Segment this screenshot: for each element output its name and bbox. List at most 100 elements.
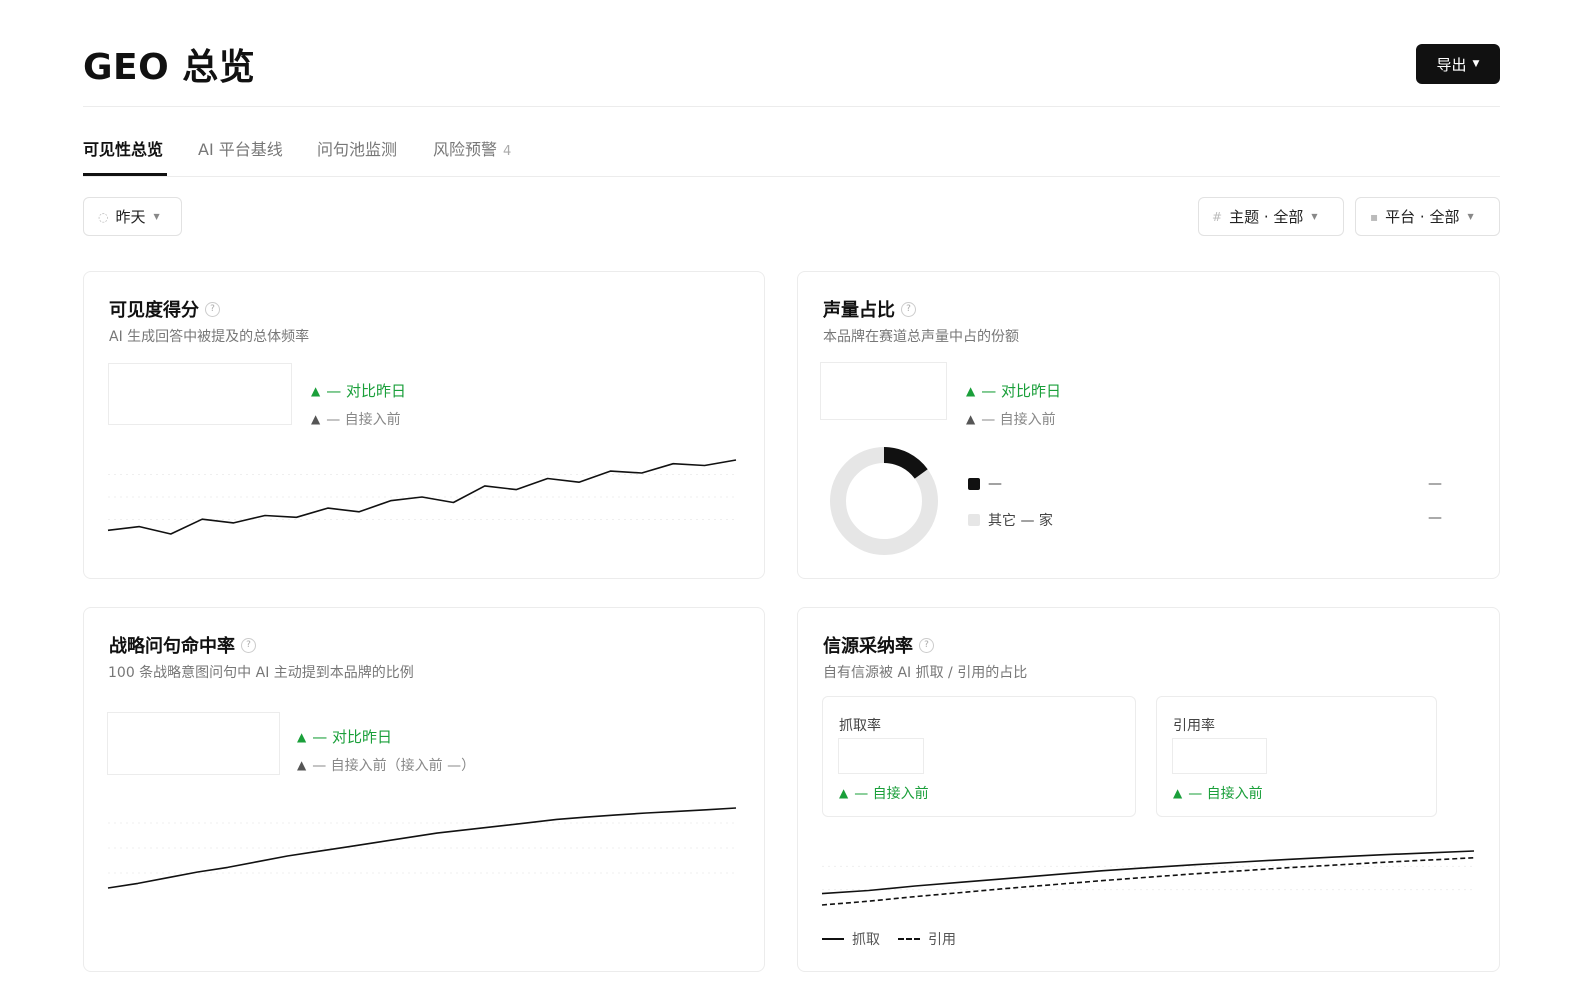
date-filter-label: 昨天 (115, 208, 146, 226)
up-triangle-icon: ▲ (966, 383, 976, 398)
legend-swatch (968, 478, 980, 490)
legend-brand: — (968, 476, 1002, 492)
card-subtitle: 本品牌在赛道总声量中占的份额 (823, 329, 1019, 345)
help-icon[interactable]: ? (901, 301, 916, 317)
delta-since-onboarding-label: — 自接入前（接入前 —） (312, 758, 476, 774)
card-subtitle: 100 条战略意图问句中 AI 主动提到本品牌的比例 (108, 665, 414, 681)
voice-title: 声量占比 (823, 300, 895, 321)
delta-since-onboarding-label: — 自接入前 (326, 412, 401, 428)
metric-value-placeholder (1172, 738, 1267, 774)
delta-vs-yesterday: ▲ — 对比昨日 (966, 380, 1061, 401)
series-line-dashed (821, 857, 1475, 906)
date-filter[interactable]: ◌ 昨天 ▼ (83, 197, 182, 236)
chevron-down-icon: ▼ (153, 212, 160, 221)
topic-filter-label: 主题 · 全部 (1229, 208, 1304, 226)
fetch-rate-delta: ▲ — 自接入前 (839, 783, 929, 803)
tab-ai-platform-baseline[interactable]: AI 平台基线 (198, 136, 283, 160)
donut-slice-brand (883, 447, 928, 480)
tab-label: AI 平台基线 (198, 140, 283, 159)
delta-vs-yesterday-label: — 对比昨日 (981, 382, 1062, 400)
solid-line-swatch (822, 938, 844, 940)
share-of-voice-card: 声量占比 ? 本品牌在赛道总声量中占的份额 ▲ — 对比昨日 ▲ — 自接入前 … (797, 271, 1500, 579)
fetch-rate-label: 抓取率 (839, 718, 881, 734)
card-subtitle: AI 生成回答中被提及的总体频率 (109, 329, 310, 345)
cite-rate-label: 引用率 (1173, 718, 1215, 734)
delta-vs-yesterday-label: — 对比昨日 (326, 382, 407, 400)
legend-fetch-label: 抓取 (852, 932, 880, 948)
delta-vs-yesterday: ▲ — 对比昨日 (311, 380, 406, 401)
source-trend-chart (821, 850, 1475, 906)
visibility-title: 可见度得分 (109, 300, 199, 321)
tab-bar: 可见性总览 AI 平台基线 问句池监测 风险预警 4 (83, 130, 1500, 177)
metric-value-placeholder (838, 738, 924, 774)
legend-cite: 引用 (898, 929, 956, 949)
delta-since-onboarding: ▲ — 自接入前 (966, 409, 1056, 429)
tab-label: 风险预警 (433, 140, 498, 159)
card-subtitle: 自有信源被 AI 抓取 / 引用的占比 (823, 665, 1028, 681)
delta-vs-yesterday-label: — 对比昨日 (312, 728, 393, 746)
tab-risk-alerts[interactable]: 风险预警 4 (433, 136, 511, 160)
legend-others-value: — (1428, 510, 1442, 526)
visibility-score-card: 可见度得分 ? AI 生成回答中被提及的总体频率 ▲ — 对比昨日 ▲ — 自接… (83, 271, 765, 579)
up-triangle-icon: ▲ (966, 412, 976, 426)
chevron-down-icon: ▼ (1467, 212, 1474, 221)
card-title: 可见度得分 ? (109, 296, 220, 322)
card-title: 信源采纳率 ? (823, 632, 934, 658)
visibility-trend-chart (107, 459, 737, 535)
help-icon[interactable]: ? (241, 637, 256, 653)
header-divider (83, 106, 1500, 107)
fetch-rate-delta-label: — 自接入前 (854, 786, 929, 802)
up-triangle-icon: ▲ (311, 383, 321, 398)
delta-since-onboarding-label: — 自接入前 (981, 412, 1056, 428)
page-title: GEO 总览 (83, 47, 256, 88)
metric-value-placeholder (820, 362, 947, 420)
cite-rate-panel: 引用率 ▲ — 自接入前 (1156, 696, 1437, 817)
strategic-trend-chart (107, 807, 737, 889)
series-line (107, 459, 737, 535)
active-tab-indicator (83, 173, 167, 176)
legend-others: 其它 — 家 (968, 510, 1053, 530)
strategic-hit-rate-card: 战略问句命中率 ? 100 条战略意图问句中 AI 主动提到本品牌的比例 ▲ —… (83, 607, 765, 972)
dashed-line-swatch (898, 938, 920, 940)
chevron-down-icon: ▼ (1472, 59, 1480, 69)
up-triangle-icon: ▲ (1173, 786, 1183, 800)
export-button[interactable]: 导出 ▼ (1416, 44, 1500, 84)
chevron-down-icon: ▼ (1311, 212, 1318, 221)
strategic-title: 战略问句命中率 (109, 636, 235, 657)
fetch-rate-panel: 抓取率 ▲ — 自接入前 (822, 696, 1136, 817)
delta-since-onboarding: ▲ — 自接入前（接入前 —） (297, 755, 475, 775)
up-triangle-icon: ▲ (311, 412, 321, 426)
series-line (821, 850, 1475, 895)
platform-filter-label: 平台 · 全部 (1385, 208, 1460, 226)
clock-icon: ◌ (98, 209, 109, 224)
up-triangle-icon: ▲ (297, 729, 307, 744)
hash-icon: # (1212, 209, 1223, 224)
export-label: 导出 (1436, 55, 1467, 74)
tab-visibility-overview[interactable]: 可见性总览 (83, 136, 163, 160)
cite-rate-delta-label: — 自接入前 (1188, 786, 1263, 802)
up-triangle-icon: ▲ (839, 786, 849, 800)
share-donut-chart (830, 447, 938, 555)
help-icon[interactable]: ? (919, 637, 934, 653)
tab-label: 可见性总览 (83, 140, 164, 159)
source-title: 信源采纳率 (823, 636, 913, 657)
platform-filter[interactable]: ▪ 平台 · 全部 ▼ (1355, 197, 1500, 236)
tab-label: 问句池监测 (317, 140, 398, 159)
risk-alert-count: 4 (503, 144, 512, 159)
source-adoption-card: 信源采纳率 ? 自有信源被 AI 抓取 / 引用的占比 抓取率 ▲ — 自接入前… (797, 607, 1500, 972)
delta-since-onboarding: ▲ — 自接入前 (311, 409, 401, 429)
legend-others-label: 其它 — 家 (988, 513, 1053, 529)
help-icon[interactable]: ? (205, 301, 220, 317)
platform-icon: ▪ (1370, 209, 1379, 224)
metric-value-placeholder (107, 712, 280, 775)
legend-swatch (968, 514, 980, 526)
cite-rate-delta: ▲ — 自接入前 (1173, 783, 1263, 803)
legend-brand-value: — (1428, 476, 1442, 492)
card-title: 声量占比 ? (823, 296, 916, 322)
topic-filter[interactable]: # 主题 · 全部 ▼ (1198, 197, 1344, 236)
delta-vs-yesterday: ▲ — 对比昨日 (297, 726, 392, 747)
tab-query-pool-monitor[interactable]: 问句池监测 (317, 136, 397, 160)
metric-value-placeholder (108, 363, 292, 425)
card-title: 战略问句命中率 ? (109, 632, 256, 658)
legend-fetch: 抓取 (822, 929, 880, 949)
